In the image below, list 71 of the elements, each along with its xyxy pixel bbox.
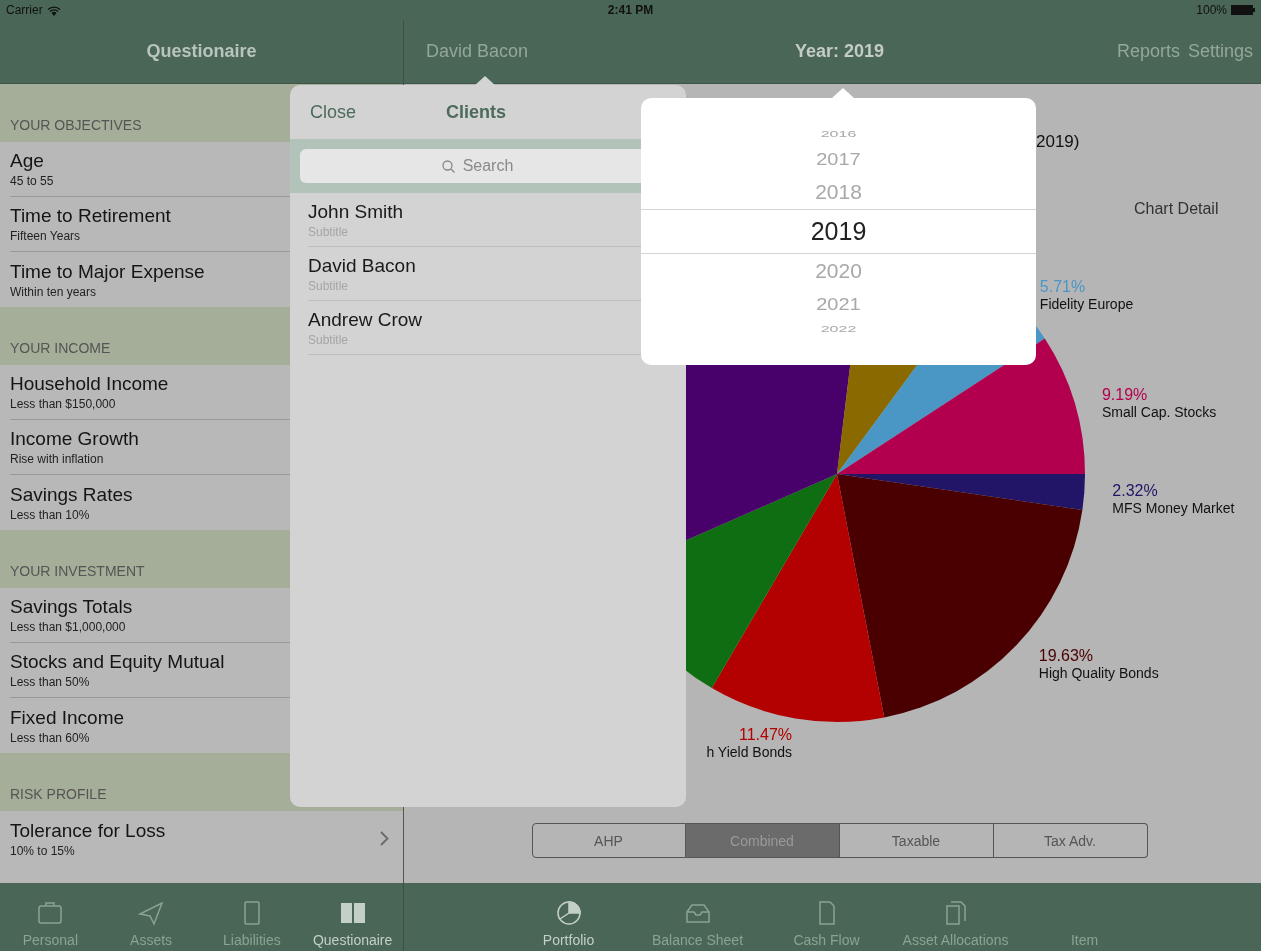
row-subtitle: Less than $1,000,000 <box>10 620 127 634</box>
slice-percent: 11.47% <box>738 726 792 745</box>
chart-detail-link[interactable]: Chart Detail <box>1134 200 1219 218</box>
popover-title: Clients <box>446 101 507 123</box>
tab-item[interactable]: Portfolio <box>504 883 633 951</box>
tab-item[interactable]: Assets <box>100 883 202 951</box>
client-name: John Smith <box>308 200 405 223</box>
row-subtitle: Less than $150,000 <box>10 397 117 411</box>
row-title[interactable]: Time to Retirement <box>10 205 171 227</box>
nav-action-button[interactable]: Reports <box>1116 41 1180 62</box>
client-button[interactable]: David Bacon <box>426 41 529 61</box>
year-option[interactable]: 2018 <box>815 180 862 204</box>
year-option[interactable]: 2020 <box>815 259 862 283</box>
slice-label: Small Cap. Stocks <box>1101 403 1217 420</box>
battery-percent: 100% <box>1196 3 1227 17</box>
row-subtitle: Fifteen Years <box>10 229 82 243</box>
row-subtitle: Within ten years <box>10 284 98 299</box>
chart-title: 2019) <box>1036 132 1080 152</box>
row-subtitle: Less than 50% <box>10 675 91 689</box>
book-icon <box>338 900 367 926</box>
segment-button[interactable]: Tax Adv. <box>993 823 1148 858</box>
tab-item[interactable]: Asset Allocations <box>891 883 1020 951</box>
battery-icon <box>1231 5 1255 15</box>
year-option[interactable]: 2016 <box>820 128 857 140</box>
row-title[interactable]: Tolerance for Loss <box>10 819 166 842</box>
row-title[interactable]: Savings Rates <box>10 483 133 506</box>
year-option[interactable]: 2019 <box>810 217 867 246</box>
tab-item[interactable]: Balance Sheet <box>633 883 762 951</box>
sidebar-title: Questionaire <box>146 41 257 62</box>
wifi-icon <box>46 4 61 16</box>
carrier-label: Carrier <box>6 3 43 17</box>
row-title[interactable]: Household Income <box>10 373 169 395</box>
paper-plane-icon <box>137 900 166 926</box>
segment-button[interactable]: AHP <box>531 823 686 858</box>
briefcase-icon <box>36 900 65 926</box>
year-option[interactable]: 2022 <box>820 323 857 335</box>
row-title[interactable]: Income Growth <box>10 428 139 450</box>
year-option[interactable]: 2021 <box>816 294 861 314</box>
row-subtitle: Less than 60% <box>10 730 91 745</box>
nav-action-button[interactable]: Settings <box>1187 41 1253 62</box>
slice-label: Fidelity Europe <box>1039 296 1134 312</box>
status-time: 2:41 PM <box>607 3 654 17</box>
search-icon <box>442 160 455 173</box>
pie-chart-icon <box>554 900 583 926</box>
slice-label: h Yield Bonds <box>706 744 792 761</box>
row-title[interactable]: Age <box>10 150 54 172</box>
segment-button[interactable]: Taxable <box>839 823 994 858</box>
row-title[interactable]: Stocks and Equity Mutual <box>10 651 225 673</box>
row-subtitle: Rise with inflation <box>10 452 105 466</box>
row-subtitle: 10% to 15% <box>10 843 76 858</box>
slice-label: High Quality Bonds <box>1038 665 1159 682</box>
slice-percent: 2.32% <box>1112 481 1158 500</box>
slice-label: MFS Money Market <box>1112 499 1235 516</box>
client-name: David Bacon <box>308 254 417 277</box>
tab-item[interactable]: Item <box>1020 883 1149 951</box>
close-button[interactable]: Close <box>310 101 357 123</box>
year-option[interactable]: 2017 <box>816 149 861 169</box>
row-title[interactable]: Fixed Income <box>10 706 125 729</box>
row-subtitle: 45 to 55 <box>10 174 54 188</box>
tab-item[interactable]: Questionaire <box>302 883 403 951</box>
tab-item[interactable]: Cash Flow <box>762 883 891 951</box>
tab-item[interactable]: Liabilities <box>201 883 303 951</box>
tab-item[interactable]: Personal <box>0 883 101 951</box>
chevron-icon <box>380 831 389 846</box>
slice-percent: 5.71% <box>1039 278 1086 296</box>
slice-percent: 19.63% <box>1038 647 1094 666</box>
row-subtitle: Less than 10% <box>10 507 91 522</box>
row-title[interactable]: Time to Major Expense <box>10 260 205 283</box>
slice-percent: 9.19% <box>1101 385 1148 404</box>
year-button[interactable]: Year: 2019 <box>794 41 885 62</box>
row-title[interactable]: Savings Totals <box>10 596 133 618</box>
